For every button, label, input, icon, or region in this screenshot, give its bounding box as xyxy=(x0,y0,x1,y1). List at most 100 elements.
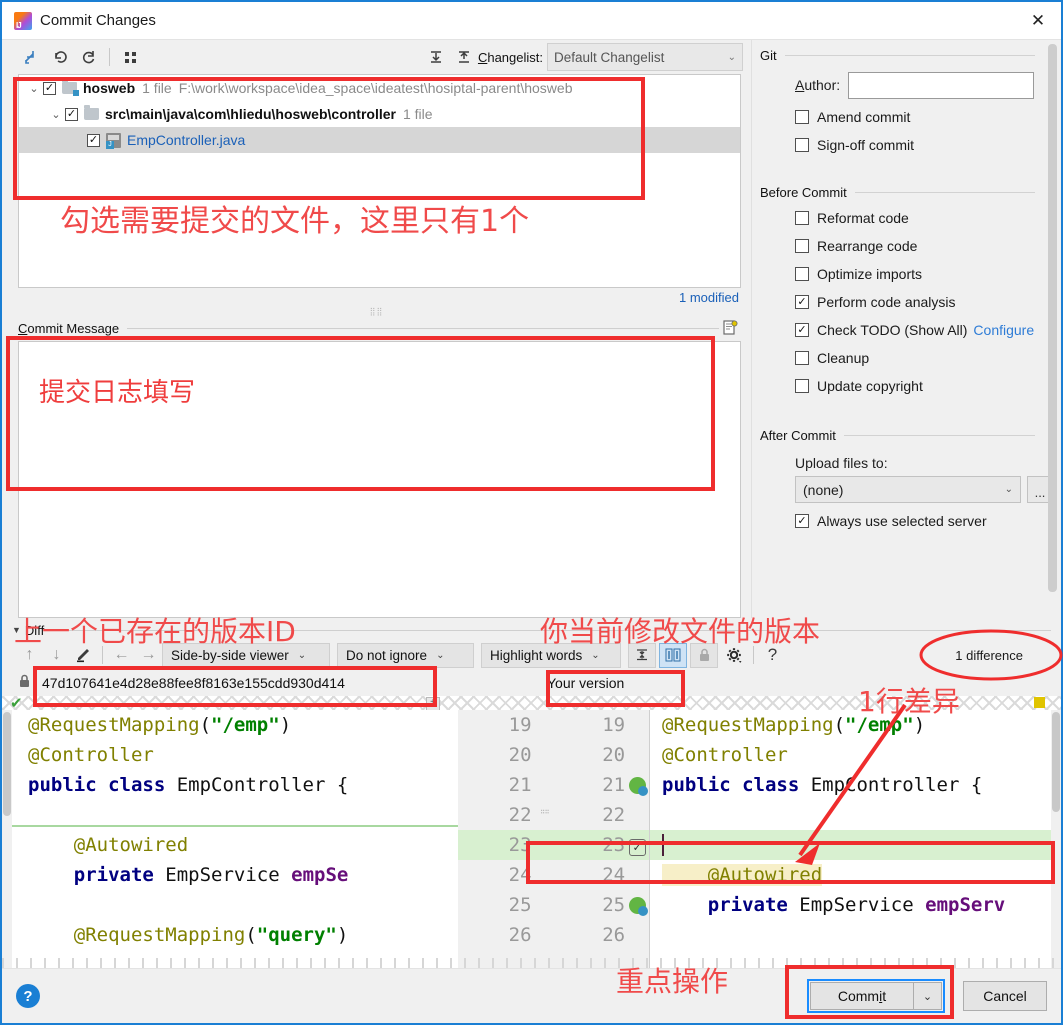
commit-button[interactable]: Comm i t xyxy=(810,982,914,1010)
expand-arrow-icon[interactable]: ⌄ xyxy=(25,82,43,95)
gutter-splitter-grip[interactable]: ⣿ xyxy=(539,809,551,816)
options-scrollbar[interactable] xyxy=(1048,44,1057,598)
help-question-icon[interactable]: ? xyxy=(759,643,786,667)
checkbox-signoff-commit[interactable] xyxy=(795,138,809,152)
checkbox-rearrange-code[interactable] xyxy=(795,239,809,253)
left-code-pane[interactable]: @RequestMapping("/emp") @Controller publ… xyxy=(12,710,458,968)
tree-row-file[interactable]: ✓ EmpController.java xyxy=(19,127,740,153)
accept-change-icon[interactable]: ✓ xyxy=(628,839,646,856)
java-file-icon xyxy=(106,132,121,149)
whitespace-mode-combo[interactable]: Do not ignore ⌄ xyxy=(337,642,474,668)
diff-title: Diff xyxy=(24,622,45,638)
option-rearrange-code[interactable]: Rearrange code xyxy=(760,232,1061,260)
checkbox-file[interactable]: ✓ xyxy=(87,133,100,147)
options-column: Git Author: Amend commit Sign-off commit… xyxy=(751,40,1061,618)
collapse-unchanged-icon[interactable] xyxy=(628,642,656,668)
highlight-mode-combo[interactable]: Highlight words ⌄ xyxy=(481,642,621,668)
horizontal-scrollbar[interactable] xyxy=(2,958,1061,968)
splitter-grip[interactable]: ⣿⣿ xyxy=(2,305,751,317)
checkbox-reformat-code[interactable] xyxy=(795,211,809,225)
module-path: F:\work\workspace\idea_space\ideatest\ho… xyxy=(178,80,573,96)
version-row: 47d107641e4d28e88fee8f8163e155cdd930d414… xyxy=(2,670,1061,696)
checkbox-folder[interactable]: ✓ xyxy=(65,107,78,121)
tree-row-folder[interactable]: ⌄ ✓ src\main\java\com\hliedu\hosweb\cont… xyxy=(19,101,740,127)
checkbox-always-use-server[interactable]: ✓ xyxy=(795,514,809,528)
apply-left-icon[interactable]: ← xyxy=(108,643,135,667)
dialog-body: CChangelist:hangelist: Default Changelis… xyxy=(2,40,1061,1023)
collapse-all-icon[interactable] xyxy=(18,44,46,70)
synchronize-scroll-icon[interactable] xyxy=(659,642,687,668)
checkbox-optimize-imports[interactable] xyxy=(795,267,809,281)
option-perform-code-analysis[interactable]: ✓ Perform code analysis xyxy=(760,288,1061,316)
apply-right-icon[interactable]: → xyxy=(135,643,162,667)
author-label: Author: xyxy=(795,77,841,93)
expand-arrow-icon[interactable]: ⌄ xyxy=(47,108,65,121)
gutter-line: 19 19 xyxy=(508,714,626,736)
refresh-icon[interactable] xyxy=(74,44,102,70)
option-amend-commit[interactable]: Amend commit xyxy=(760,103,1061,131)
prev-difference-icon[interactable]: ↑ xyxy=(16,643,43,667)
tree-row-module[interactable]: ⌄ ✓ hosweb 1 file F:\work\workspace\idea… xyxy=(19,75,740,101)
viewer-mode-combo[interactable]: Side-by-side viewer ⌄ xyxy=(162,642,330,668)
group-rule xyxy=(854,192,1035,193)
commit-history-icon[interactable] xyxy=(719,320,741,336)
option-label: Always use selected server xyxy=(817,513,987,529)
option-label: Optimize imports xyxy=(817,266,923,282)
collapse-triangle-icon[interactable]: ▼ xyxy=(12,625,21,635)
option-label: Amend commit xyxy=(817,109,911,125)
checkbox-module[interactable]: ✓ xyxy=(43,81,56,95)
checkbox-update-copyright[interactable] xyxy=(795,379,809,393)
author-row: Author: xyxy=(760,67,1061,103)
expand-all-icon[interactable] xyxy=(422,44,450,70)
option-update-copyright[interactable]: Update copyright xyxy=(760,372,1061,400)
help-icon[interactable]: ? xyxy=(16,984,40,1008)
next-difference-icon[interactable]: ↓ xyxy=(43,643,70,667)
upload-server-combo[interactable]: (none) ⌄ xyxy=(795,476,1021,503)
checkbox-check-todo[interactable]: ✓ xyxy=(795,323,809,337)
left-pane-scrollbar[interactable] xyxy=(2,710,12,968)
code-line: @Controller xyxy=(28,744,154,766)
collapse-icon[interactable] xyxy=(450,44,478,70)
changes-column: CChangelist:hangelist: Default Changelis… xyxy=(2,40,751,618)
dialog-button-bar: ? Comm i t ⌄ Cancel xyxy=(2,968,1061,1023)
settings-gear-icon[interactable] xyxy=(721,643,748,667)
option-always-use-server[interactable]: ✓ Always use selected server xyxy=(760,507,1061,535)
chevron-down-icon: ⌄ xyxy=(591,649,600,661)
gutter-line: 22 22 xyxy=(508,804,626,826)
option-reformat-code[interactable]: Reformat code xyxy=(760,204,1061,232)
checkbox-perform-code-analysis[interactable]: ✓ xyxy=(795,295,809,309)
expand-fragment-icon[interactable]: + xyxy=(426,697,440,710)
revert-icon[interactable] xyxy=(46,44,74,70)
option-check-todo[interactable]: ✓ Check TODO (Show All) Configure xyxy=(760,316,1061,344)
changelist-combo[interactable]: Default Changelist ⌄ xyxy=(547,43,743,71)
option-optimize-imports[interactable]: Optimize imports xyxy=(760,260,1061,288)
diff-connector-line xyxy=(12,825,458,827)
right-pane-scrollbar[interactable] xyxy=(1051,710,1061,968)
commit-message-input[interactable]: 提交日志填写 xyxy=(18,341,741,618)
analysis-ok-icon: ✔ xyxy=(10,696,23,710)
module-folder-icon xyxy=(62,79,79,96)
checkbox-cleanup[interactable] xyxy=(795,351,809,365)
read-only-lock-icon[interactable] xyxy=(690,642,718,668)
author-input[interactable] xyxy=(848,71,1034,99)
difference-count: 1 difference xyxy=(955,647,1023,663)
commit-dropdown-button[interactable]: ⌄ xyxy=(914,982,942,1010)
right-code-pane[interactable]: @RequestMapping("/emp") @Controller publ… xyxy=(650,710,1061,968)
group-by-icon[interactable] xyxy=(117,44,145,70)
diff-rule xyxy=(52,629,1051,631)
group-before-commit: Before Commit xyxy=(760,185,1061,200)
chevron-down-icon: ⌄ xyxy=(436,649,445,661)
code-line: @Autowired xyxy=(28,834,189,856)
method-icon xyxy=(628,897,648,916)
close-icon[interactable]: ✕ xyxy=(1015,3,1061,39)
checkbox-amend-commit[interactable] xyxy=(795,110,809,124)
configure-link[interactable]: Configure xyxy=(973,322,1034,338)
cancel-button[interactable]: Cancel xyxy=(963,981,1047,1011)
changed-files-tree[interactable]: ⌄ ✓ hosweb 1 file F:\work\workspace\idea… xyxy=(18,74,741,288)
option-signoff-commit[interactable]: Sign-off commit xyxy=(760,131,1061,159)
edit-icon[interactable] xyxy=(70,643,97,667)
option-cleanup[interactable]: Cleanup xyxy=(760,344,1061,372)
upload-row: (none) ⌄ ... xyxy=(760,476,1061,503)
changes-toolbar: CChangelist:hangelist: Default Changelis… xyxy=(2,40,751,74)
